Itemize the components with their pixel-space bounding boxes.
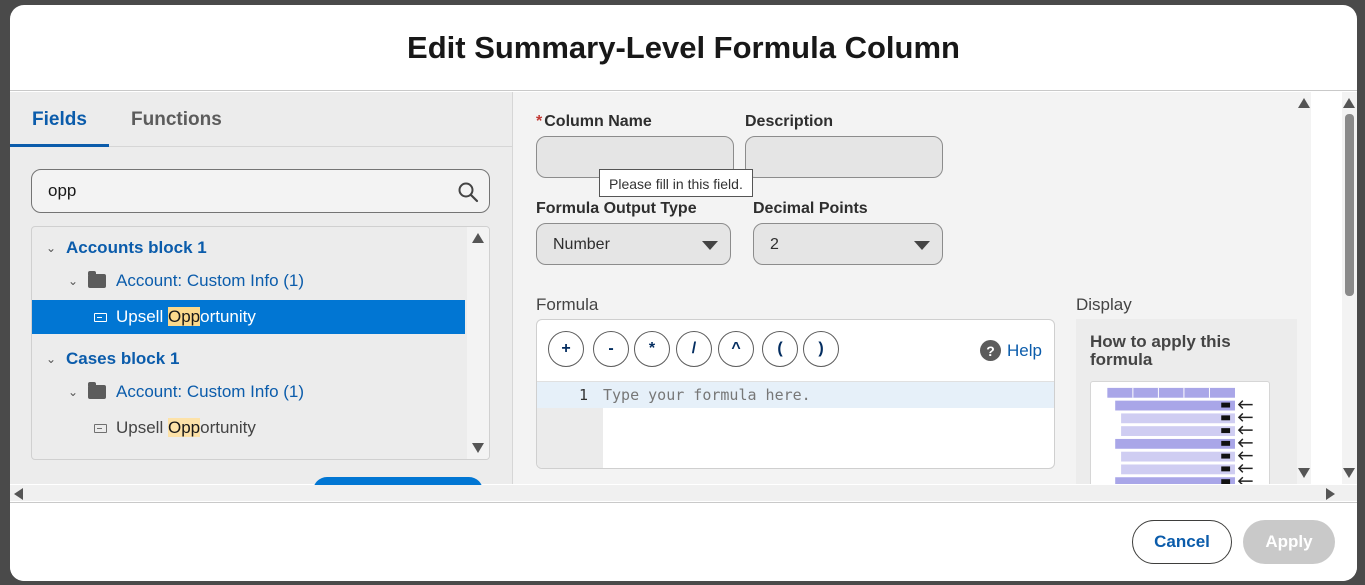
chevron-down-icon[interactable]: ⌄: [46, 241, 60, 255]
formula-label: Formula: [536, 295, 599, 314]
formula-placeholder: Type your formula here.: [603, 386, 811, 404]
formula-illustration: [1090, 381, 1270, 484]
search-icon[interactable]: [457, 181, 479, 203]
decimal-points-value: 2: [770, 236, 779, 253]
scroll-down-arrow-icon[interactable]: [1298, 468, 1310, 478]
modal-header: Edit Summary-Level Formula Column: [10, 5, 1357, 91]
tree-block-cases[interactable]: ⌄ Cases block 1: [32, 342, 465, 376]
operator-divide-button[interactable]: /: [676, 331, 712, 367]
tab-functions[interactable]: Functions: [131, 109, 222, 131]
chevron-down-icon[interactable]: ⌄: [68, 274, 82, 288]
help-label: Help: [1007, 340, 1042, 360]
chevron-down-icon: [914, 241, 930, 250]
tree-field-upsell-opportunity[interactable]: Upsell Opportunity: [32, 411, 465, 445]
horizontal-scrollbar[interactable]: [10, 485, 1357, 501]
modal-title: Edit Summary-Level Formula Column: [407, 29, 960, 65]
line-number: 1: [579, 386, 589, 404]
search-match-highlight: Opp: [167, 307, 201, 326]
operator-minus-button[interactable]: -: [593, 331, 629, 367]
block-label: Cases block 1: [66, 349, 180, 368]
tree-group-account-custom-info[interactable]: ⌄ Account: Custom Info (1): [32, 264, 465, 298]
tree-scrollbar[interactable]: [467, 227, 489, 459]
folder-icon: [88, 382, 106, 399]
search-value: opp: [48, 181, 77, 200]
scroll-up-arrow-icon[interactable]: [1343, 98, 1355, 108]
scroll-right-arrow-icon[interactable]: [1326, 488, 1335, 500]
field-label: Upsell Opportunity: [116, 418, 256, 437]
display-help-card: How to apply this formula: [1076, 319, 1298, 484]
folder-icon: [88, 271, 106, 288]
right-scroll-area: [1297, 92, 1357, 484]
modal-body: Fields Functions opp ⌄ Accounts block 1 …: [10, 92, 1357, 497]
output-type-select[interactable]: Number: [536, 223, 731, 265]
search-match-highlight: Opp: [167, 418, 201, 437]
field-search-input[interactable]: opp: [31, 169, 490, 213]
scroll-up-arrow-icon[interactable]: [1298, 98, 1310, 108]
scroll-down-arrow-icon[interactable]: [472, 443, 484, 453]
group-label: Account: Custom Info (1): [116, 271, 305, 290]
fields-panel: Fields Functions opp ⌄ Accounts block 1 …: [10, 92, 513, 497]
validation-tooltip: Please fill in this field.: [599, 169, 753, 197]
operator-plus-button[interactable]: +: [548, 331, 584, 367]
operator-open-paren-button[interactable]: (: [762, 331, 798, 367]
description-input[interactable]: [745, 136, 943, 178]
operator-power-button[interactable]: ^: [718, 331, 754, 367]
tree-field-upsell-opportunity[interactable]: Upsell Opportunity: [32, 300, 465, 334]
formula-textarea[interactable]: 1 Type your formula here.: [537, 381, 1054, 468]
output-type-label: Formula Output Type: [536, 200, 697, 217]
formula-editor-panel: * Column Name Description Please fill in …: [514, 92, 1298, 484]
formula-editor: + - * / ^ ( ) ? Help 1 Type your formula…: [536, 319, 1055, 469]
apply-button[interactable]: Apply: [1243, 520, 1335, 564]
chevron-down-icon: [702, 241, 718, 250]
chevron-down-icon[interactable]: ⌄: [68, 385, 82, 399]
edit-formula-modal: Edit Summary-Level Formula Column Fields…: [10, 5, 1357, 581]
required-indicator: *: [536, 113, 543, 130]
outer-scrollbar[interactable]: [1342, 92, 1357, 484]
operator-multiply-button[interactable]: *: [634, 331, 670, 367]
scrollbar-thumb[interactable]: [1345, 114, 1354, 296]
help-link[interactable]: ? Help: [980, 340, 1042, 361]
decimal-points-select[interactable]: 2: [753, 223, 943, 265]
output-type-value: Number: [553, 236, 610, 253]
panel-tabs: Fields Functions: [10, 92, 513, 147]
group-label: Account: Custom Info (1): [116, 382, 305, 401]
description-label: Description: [745, 113, 834, 130]
operator-close-paren-button[interactable]: ): [803, 331, 839, 367]
field-tree: ⌄ Accounts block 1 ⌄ Account: Custom Inf…: [31, 226, 490, 460]
text-field-icon: [94, 423, 107, 433]
tree-group-account-custom-info[interactable]: ⌄ Account: Custom Info (1): [32, 375, 465, 409]
display-label: Display: [1076, 295, 1132, 314]
inner-scrollbar[interactable]: [1297, 92, 1311, 484]
active-tab-indicator: [10, 144, 109, 147]
scroll-left-arrow-icon[interactable]: [14, 488, 23, 500]
tab-fields[interactable]: Fields: [32, 109, 87, 131]
text-field-icon: [94, 312, 107, 322]
cancel-button[interactable]: Cancel: [1132, 520, 1232, 564]
scroll-up-arrow-icon[interactable]: [472, 233, 484, 243]
field-label: Upsell Opportunity: [116, 307, 256, 326]
tree-block-accounts[interactable]: ⌄ Accounts block 1: [32, 231, 465, 265]
modal-footer: Cancel Apply: [10, 502, 1357, 581]
help-icon: ?: [980, 340, 1002, 361]
scroll-down-arrow-icon[interactable]: [1343, 468, 1355, 478]
chevron-down-icon[interactable]: ⌄: [46, 352, 60, 366]
column-name-label: * Column Name: [536, 113, 652, 130]
block-label: Accounts block 1: [66, 238, 207, 257]
decimal-points-label: Decimal Points: [753, 200, 868, 217]
display-card-title: How to apply this formula: [1090, 332, 1231, 369]
